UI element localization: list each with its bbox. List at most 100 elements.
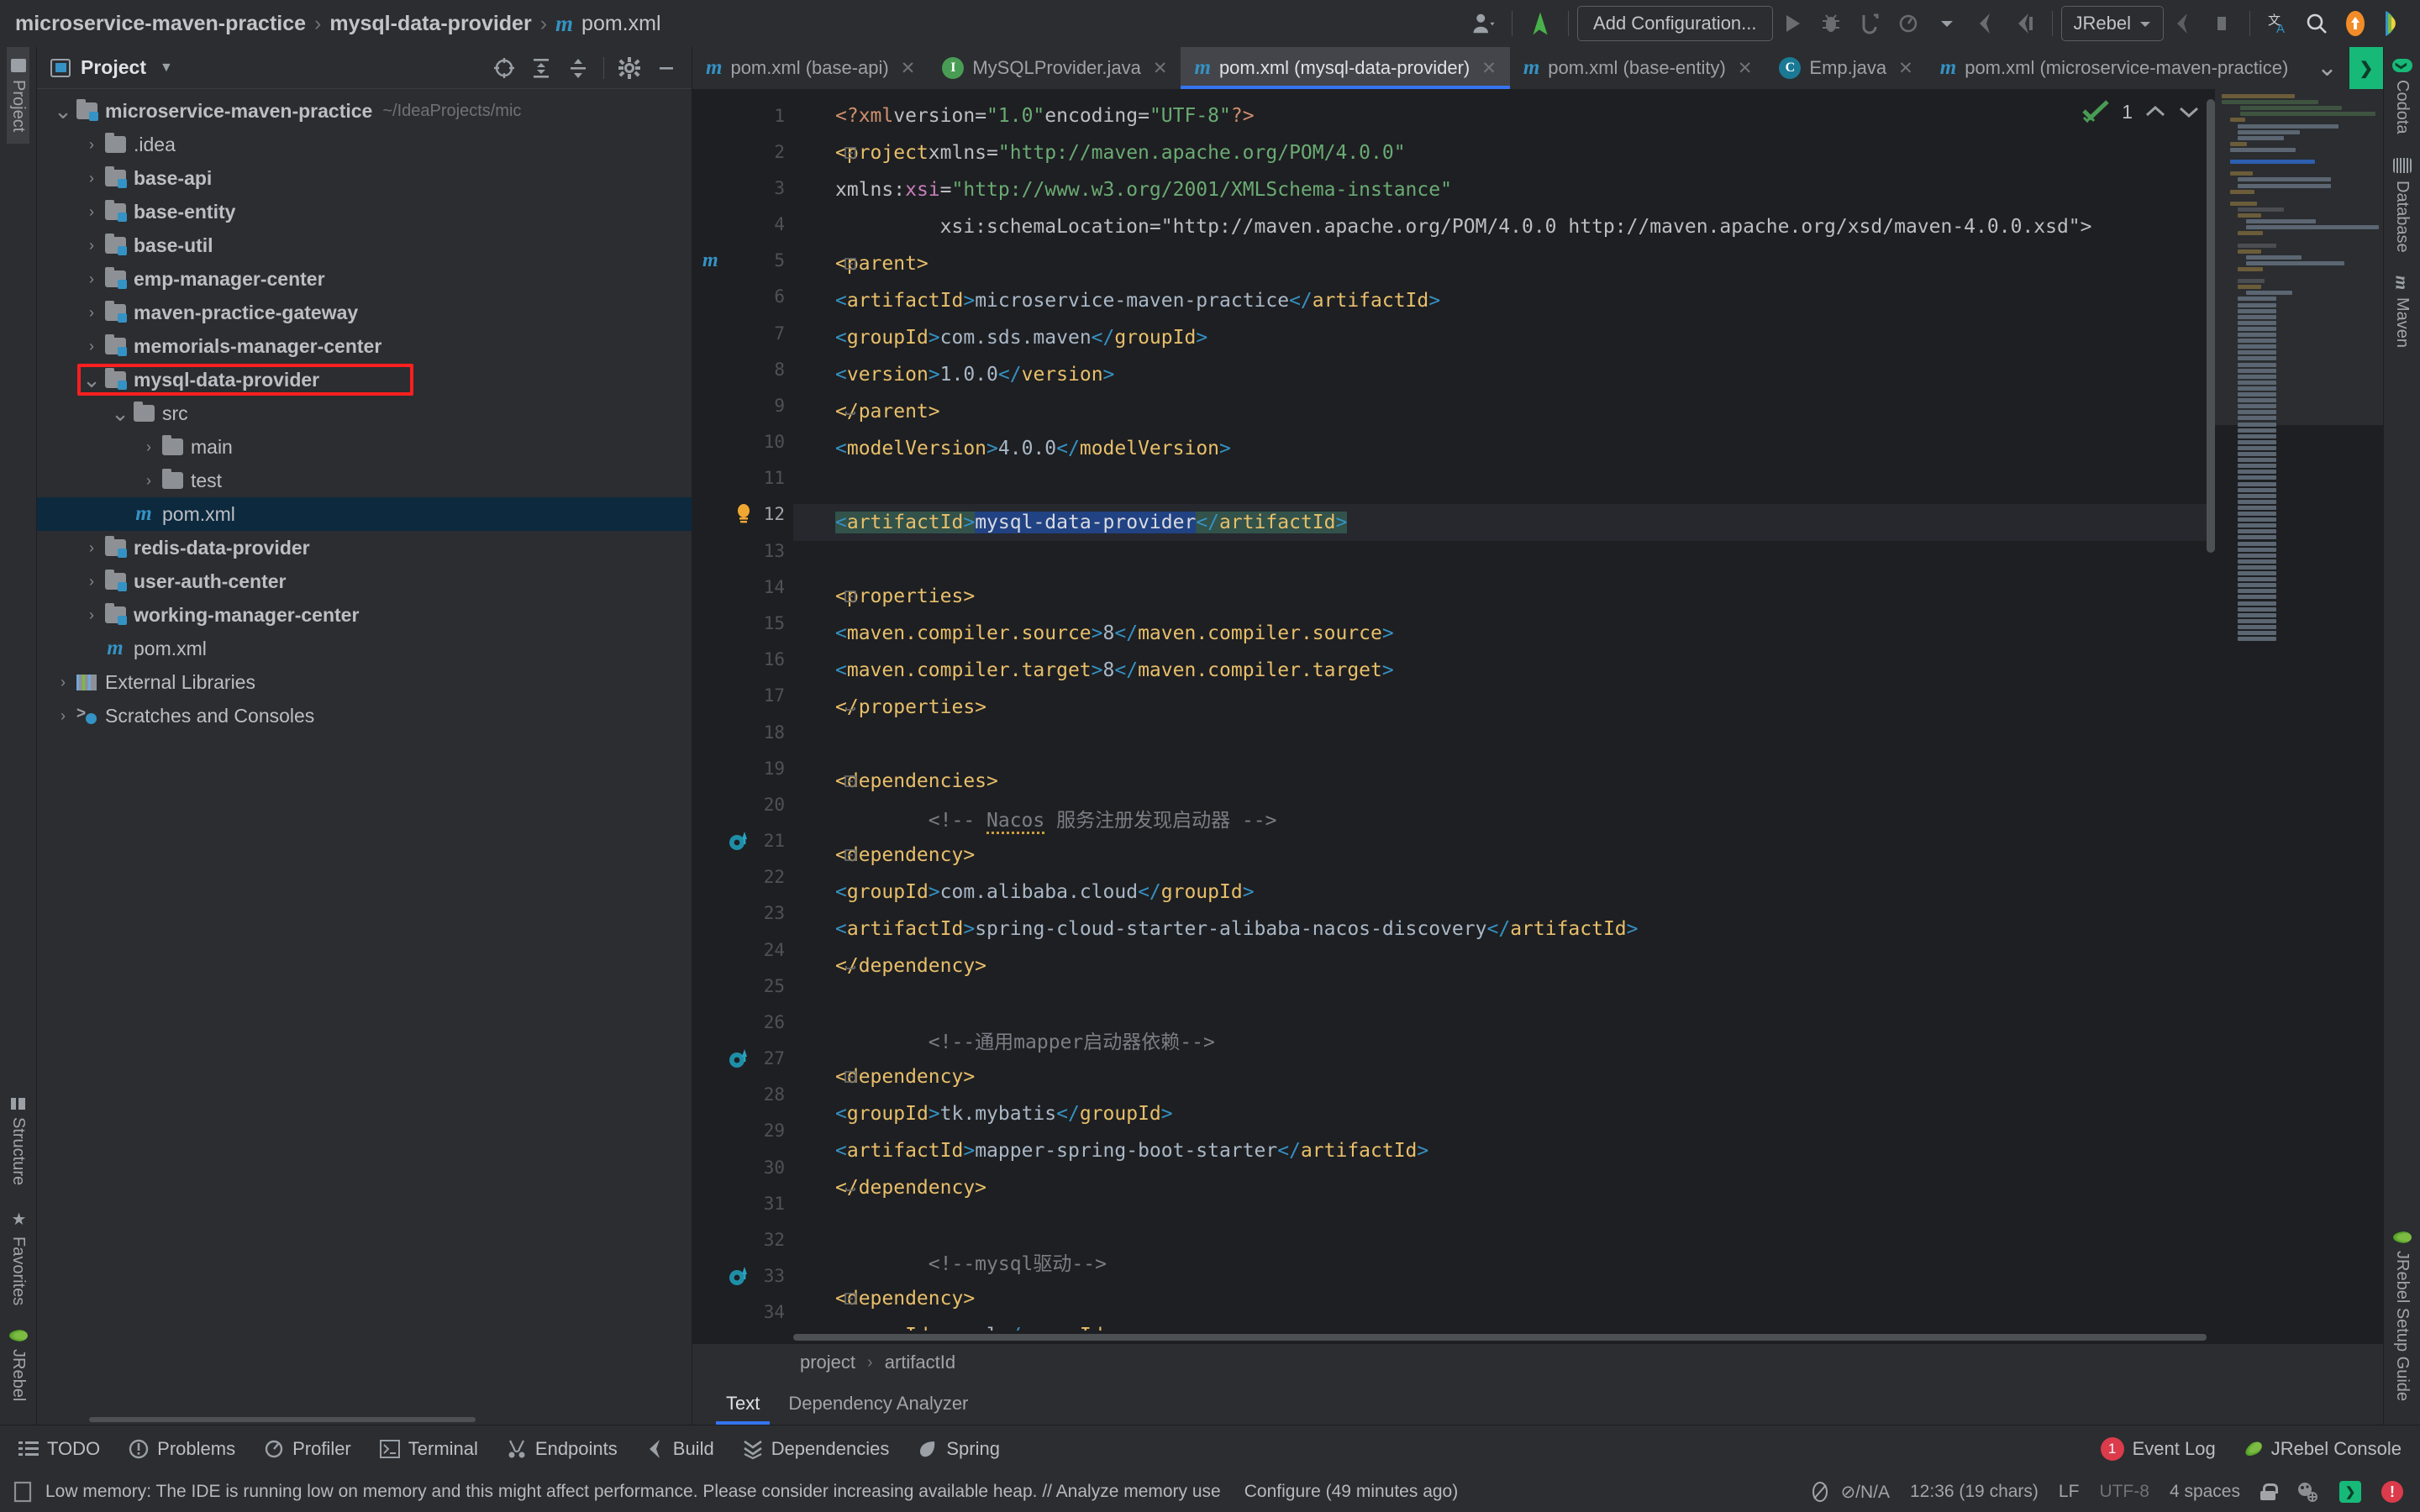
chevron-right-icon[interactable]: › <box>81 338 103 355</box>
code-line[interactable]: <artifactId> mysql-data-provider </artifac… <box>793 504 2215 541</box>
square-stop-icon[interactable] <box>2202 4 2241 43</box>
debug-icon[interactable] <box>1812 4 1850 43</box>
line-separator[interactable]: LF <box>2059 1482 2080 1502</box>
project-tree[interactable]: ⌄ microservice-maven-practice ~/IdeaProjec… <box>37 89 692 1415</box>
editor-breadcrumb-project[interactable]: project <box>800 1352 855 1373</box>
search-icon[interactable] <box>2297 4 2336 43</box>
translate-icon[interactable]: 文A <box>2259 4 2297 43</box>
tree-node-maven-practice-gateway[interactable]: › maven-practice-gateway <box>37 296 692 329</box>
chevron-right-icon[interactable]: › <box>81 237 103 255</box>
expand-all-icon[interactable] <box>524 51 558 85</box>
breadcrumb-file[interactable]: pom.xml <box>581 12 660 36</box>
code-line[interactable]: <dependency> <box>793 1280 2215 1317</box>
line-number[interactable]: 21 <box>692 822 793 858</box>
rail-item-structure[interactable]: Structure <box>7 1086 29 1197</box>
chevron-down-icon[interactable]: ⌄ <box>52 100 74 122</box>
rail-item-project[interactable]: Project <box>7 47 29 144</box>
code-line[interactable]: </properties> <box>793 689 2215 726</box>
chevron-right-icon[interactable]: › <box>138 438 160 456</box>
fold-end-icon[interactable] <box>842 948 859 984</box>
tool-window-problems[interactable]: Problems <box>129 1438 235 1460</box>
tool-window-profiler[interactable]: Profiler <box>264 1438 351 1460</box>
tool-window-todo[interactable]: TODO <box>18 1438 100 1460</box>
editor-horizontal-scrollbar[interactable] <box>793 1334 2207 1341</box>
close-icon[interactable]: ✕ <box>1898 58 1913 79</box>
tree-node-user-auth-center[interactable]: › user-auth-center <box>37 564 692 598</box>
code-line[interactable] <box>793 541 2215 578</box>
line-number[interactable]: 2 <box>692 134 793 170</box>
memory-indicator-icon[interactable] <box>12 1480 34 1504</box>
maven-gutter-icon[interactable]: m <box>702 249 718 272</box>
tree-node-emp-manager-center[interactable]: › emp-manager-center <box>37 262 692 296</box>
code-line[interactable] <box>793 984 2215 1021</box>
line-number[interactable]: 34 <box>692 1294 793 1331</box>
chevron-down-icon[interactable]: ⌄ <box>81 369 103 391</box>
line-number[interactable]: 23 <box>692 895 793 932</box>
code-line[interactable]: < artifactId > mapper-spring-boot-starter </… <box>793 1132 2215 1169</box>
tool-window-event-log[interactable]: 1 Event Log <box>2100 1436 2216 1461</box>
line-number[interactable]: 8 <box>692 351 793 387</box>
close-icon[interactable]: ✕ <box>1481 58 1497 79</box>
tree-node-test[interactable]: › test <box>37 464 692 497</box>
code-line[interactable]: <groupId>mysql</groupId> <box>793 1317 2215 1331</box>
code-line[interactable]: <project xmlns = "http://maven.apache.org/… <box>793 134 2215 171</box>
tree-node-base-util[interactable]: › base-util <box>37 228 692 262</box>
line-number[interactable]: 13 <box>692 533 793 569</box>
code-line[interactable]: <?xml version = "1.0" encoding = "UTF-8" ?> <box>793 97 2215 134</box>
code-line[interactable]: < groupId > com.alibaba.cloud </groupId > <box>793 874 2215 911</box>
lock-icon[interactable] <box>2260 1483 2278 1500</box>
collapse-all-icon[interactable] <box>561 51 595 85</box>
jrebel-selector[interactable]: JRebel <box>2060 6 2164 41</box>
inspections-icon[interactable] <box>2296 1480 2319 1504</box>
editor-gutter[interactable]: 1 2 3 4 m 5 6 7 8 9 10 11 12 13 14 15 16 17 18 19 20 21 22 23 24… <box>692 89 793 1331</box>
tree-node-mysql-data-provider[interactable]: ⌄ mysql-data-provider <box>37 363 692 396</box>
run-icon[interactable] <box>1773 4 1812 43</box>
code-line[interactable] <box>793 1206 2215 1243</box>
line-number[interactable]: 27 <box>692 1040 793 1076</box>
editor-tabs-overflow-icon[interactable]: ⌄ <box>2305 47 2349 89</box>
code-line[interactable]: <properties> <box>793 578 2215 615</box>
inspection-widget[interactable]: 1 <box>2081 99 2200 124</box>
chevron-right-icon[interactable]: › <box>81 539 103 557</box>
line-number[interactable]: 32 <box>692 1221 793 1257</box>
code-line[interactable]: < maven.compiler.source >8 </maven.compiler… <box>793 615 2215 652</box>
editor-tab-mysqlprovider-java[interactable]: I MySQLProvider.java ✕ <box>929 47 1181 89</box>
error-icon[interactable]: ! <box>2381 1481 2403 1503</box>
fold-collapse-icon[interactable] <box>842 1058 859 1095</box>
tool-window-jrebel-console[interactable]: JRebel Console <box>2242 1438 2402 1460</box>
line-number[interactable]: 25 <box>692 968 793 1004</box>
rail-item-database[interactable]: Database <box>2391 146 2413 265</box>
chevron-right-icon[interactable]: › <box>81 203 103 221</box>
maven-run-gutter-icon[interactable] <box>728 1264 750 1288</box>
line-number[interactable]: 19 <box>692 750 793 786</box>
line-number[interactable]: 26 <box>692 1004 793 1040</box>
code-line[interactable]: </dependency> <box>793 948 2215 984</box>
line-number[interactable]: 28 <box>692 1077 793 1113</box>
code-line[interactable]: <!--通用mapper启动器依赖--> <box>793 1021 2215 1058</box>
code-text[interactable]: <?xml version = "1.0" encoding = "UTF-8" ?> <p… <box>793 89 2215 1331</box>
code-line[interactable]: <parent> <box>793 245 2215 282</box>
editor-tab-pom-xml-base-entity[interactable]: m pom.xml (base-entity) ✕ <box>1510 47 1766 89</box>
profile-dropdown-icon[interactable] <box>1928 4 1966 43</box>
project-horizontal-scrollbar[interactable] <box>37 1415 692 1425</box>
indent-setting[interactable]: 4 spaces <box>2170 1482 2240 1502</box>
line-number[interactable]: 10 <box>692 424 793 460</box>
line-number[interactable]: 3 <box>692 170 793 206</box>
rail-item-favorites[interactable]: ★ Favorites <box>7 1197 30 1317</box>
close-icon[interactable]: ✕ <box>1738 58 1753 79</box>
line-number[interactable]: 24 <box>692 932 793 968</box>
tree-node-microservice-maven-practice[interactable]: ⌄ microservice-maven-practice ~/IdeaProjec… <box>37 94 692 128</box>
close-icon[interactable]: ✕ <box>901 58 916 79</box>
fold-collapse-icon[interactable] <box>842 763 859 800</box>
editor-tab-pom-xml-base-api[interactable]: m pom.xml (base-api) ✕ <box>692 47 929 89</box>
chevron-right-icon[interactable]: › <box>81 304 103 322</box>
code-line[interactable]: <!--mysql驱动--> <box>793 1243 2215 1280</box>
ide-logo-icon[interactable] <box>2375 4 2413 43</box>
tab-text[interactable]: Text <box>715 1393 771 1425</box>
line-number[interactable]: 9 <box>692 387 793 423</box>
file-encoding[interactable]: UTF-8 <box>2099 1482 2149 1502</box>
caret-position[interactable]: 12:36 (19 chars) <box>1910 1482 2039 1502</box>
chevron-right-icon[interactable]: › <box>138 472 160 490</box>
code-line[interactable]: <!-- Nacos 服务注册发现启动器 --> <box>793 800 2215 837</box>
rail-item-jrebel-setup-guide[interactable]: JRebel Setup Guide <box>2391 1220 2413 1413</box>
